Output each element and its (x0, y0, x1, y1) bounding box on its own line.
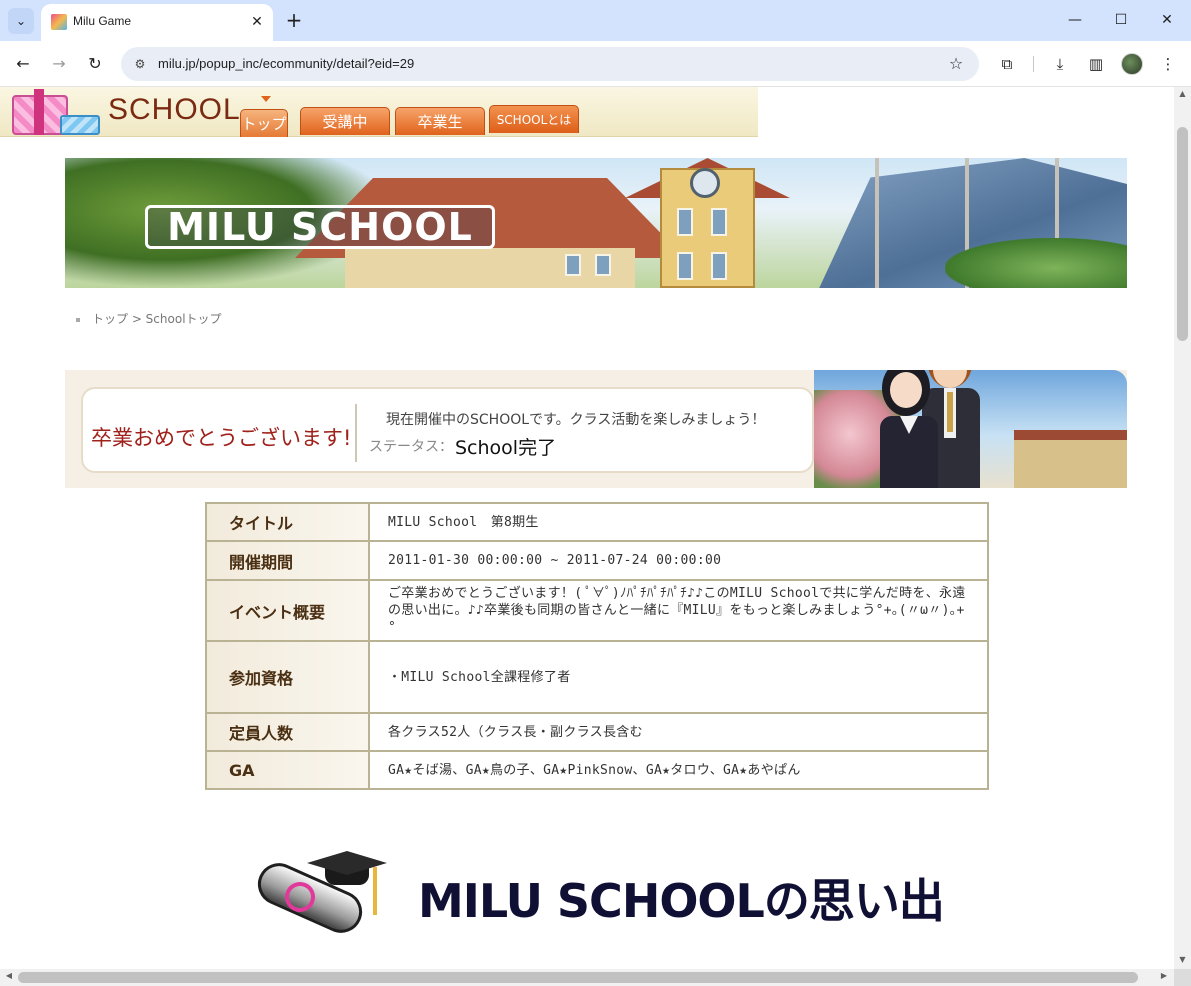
bullet-icon (76, 317, 80, 322)
row-value-capacity: 各クラス52人（クラス長・副クラス長含む (368, 712, 989, 752)
row-label-capacity: 定員人数 (205, 712, 370, 752)
gift-logo-icon (8, 89, 100, 135)
students-illustration (814, 370, 1127, 488)
close-icon: ✕ (1161, 12, 1173, 28)
student-girl-icon (878, 370, 948, 488)
browser-tabstrip: ⌄ Milu Game ✕ + — ☐ ✕ (0, 0, 1191, 41)
scrollbar-corner (1174, 969, 1191, 986)
tab-title: Milu Game (73, 14, 132, 28)
congrats-heading: 卒業おめでとうございます! (91, 426, 352, 450)
reload-icon: ↻ (88, 54, 102, 73)
chevron-down-icon: ⌄ (15, 14, 27, 28)
minimize-icon: — (1068, 12, 1082, 28)
status-label: ステータス： (369, 439, 453, 455)
status-value: School完了 (455, 437, 557, 459)
favicon-icon (51, 14, 67, 30)
row-value-ga: GA★そば湯、GA★鳥の子、GA★PinkSnow、GA★タロウ、GA★あやぱん (368, 750, 989, 790)
side-panel-icon[interactable]: ▥ (1084, 52, 1108, 76)
status-panel: 卒業おめでとうございます! 現在開催中のSCHOOLです。クラス活動を楽しみまし… (65, 370, 1127, 488)
tassel-icon (373, 867, 377, 915)
site-header: SCHOOL トップ 受講中 卒業生 SCHOOLとは (0, 87, 758, 137)
nav-tab-enrolled[interactable]: 受講中 (300, 107, 390, 135)
url-text[interactable]: milu.jp/popup_inc/ecommunity/detail?eid=… (158, 56, 414, 71)
status-card: 卒業おめでとうございます! 現在開催中のSCHOOLです。クラス活動を楽しみまし… (81, 387, 814, 473)
scroll-left-icon[interactable]: ◀ (3, 971, 15, 983)
arrow-left-icon: ← (16, 54, 30, 73)
vertical-scroll-thumb[interactable] (1177, 127, 1188, 341)
vertical-scrollbar[interactable]: ▲ ▼ (1174, 87, 1191, 969)
page-viewport: SCHOOL トップ 受講中 卒業生 SCHOOLとは MILU SCHOOL … (0, 87, 1174, 969)
row-label-ga: GA (205, 750, 370, 790)
star-icon[interactable]: ☆ (945, 53, 967, 75)
school-banner: MILU SCHOOL (65, 158, 1127, 288)
scroll-up-icon[interactable]: ▲ (1177, 89, 1188, 101)
table-row: GA GA★そば湯、GA★鳥の子、GA★PinkSnow、GA★タロウ、GA★あ… (205, 750, 989, 790)
new-tab-button[interactable]: + (282, 9, 306, 33)
scroll-right-icon[interactable]: ▶ (1158, 971, 1170, 983)
profile-avatar[interactable] (1121, 53, 1143, 75)
minimize-button[interactable]: — (1063, 9, 1087, 31)
row-label-overview: イベント概要 (205, 579, 370, 642)
toolbar-divider (1033, 56, 1034, 72)
row-value-title: MILU School 第8期生 (368, 502, 989, 542)
back-button[interactable]: ← (11, 52, 35, 76)
row-value-overview: ご卒業おめでとうございます！( ﾟ∀ﾟ)ﾉﾊﾟﾁﾊﾟﾁﾊﾟﾁ♪♪このMILU S… (368, 579, 989, 642)
tab-search-button[interactable]: ⌄ (8, 8, 34, 34)
reload-button[interactable]: ↻ (83, 52, 107, 76)
site-logo-text[interactable]: SCHOOL (108, 93, 241, 127)
clock-icon (690, 168, 720, 198)
puzzle-icon[interactable]: ⧉ (995, 52, 1019, 76)
maximize-button[interactable]: ☐ (1109, 9, 1133, 31)
download-icon[interactable]: ⤓ (1048, 52, 1072, 76)
horizontal-scroll-thumb[interactable] (18, 972, 1138, 983)
row-value-period: 2011-01-30 00:00:00 ~ 2011-07-24 00:00:0… (368, 540, 989, 581)
row-label-eligibility: 参加資格 (205, 640, 370, 714)
table-row: 開催期間 2011-01-30 00:00:00 ~ 2011-07-24 00… (205, 540, 989, 581)
table-row: イベント概要 ご卒業おめでとうございます！( ﾟ∀ﾟ)ﾉﾊﾟﾁﾊﾟﾁﾊﾟﾁ♪♪こ… (205, 579, 989, 642)
horizontal-scrollbar[interactable]: ◀ ▶ (0, 969, 1174, 986)
kebab-menu-icon[interactable]: ⋮ (1156, 52, 1180, 76)
browser-tab-active[interactable]: Milu Game ✕ (41, 4, 273, 41)
card-divider (355, 404, 357, 462)
nav-tab-about[interactable]: SCHOOLとは (489, 105, 579, 133)
close-icon: ✕ (251, 14, 263, 30)
table-row: タイトル MILU School 第8期生 (205, 502, 989, 542)
scroll-down-icon[interactable]: ▼ (1177, 955, 1188, 967)
banner-title: MILU SCHOOL (145, 205, 495, 249)
arrow-right-icon: → (52, 54, 66, 73)
maximize-icon: ☐ (1114, 12, 1128, 28)
forward-button[interactable]: → (47, 52, 71, 76)
row-label-period: 開催期間 (205, 540, 370, 581)
address-bar[interactable]: ⚙ milu.jp/popup_inc/ecommunity/detail?ei… (121, 47, 979, 81)
nav-pointer-icon (261, 96, 271, 102)
breadcrumb: トップ > Schoolトップ (76, 310, 222, 327)
breadcrumb-text[interactable]: トップ > Schoolトップ (92, 312, 222, 326)
window-close-button[interactable]: ✕ (1155, 9, 1179, 31)
nav-tab-top[interactable]: トップ (240, 109, 288, 137)
table-row: 参加資格 ・MILU School全課程修了者 (205, 640, 989, 714)
memories-section: MILU SCHOOLの思い出 (251, 847, 955, 940)
row-value-eligibility: ・MILU School全課程修了者 (368, 640, 989, 714)
tab-close-button[interactable]: ✕ (247, 12, 267, 32)
table-row: 定員人数 各クラス52人（クラス長・副クラス長含む (205, 712, 989, 752)
plus-icon: + (285, 8, 303, 32)
browser-toolbar: ← → ↻ ⚙ milu.jp/popup_inc/ecommunity/det… (0, 41, 1191, 87)
nav-tab-graduates[interactable]: 卒業生 (395, 107, 485, 135)
school-details-table: タイトル MILU School 第8期生 開催期間 2011-01-30 00… (205, 502, 989, 790)
row-label-title: タイトル (205, 502, 370, 542)
tune-icon[interactable]: ⚙ (131, 55, 149, 73)
memories-title: MILU SCHOOLの思い出 (418, 874, 945, 928)
status-message: 現在開催中のSCHOOLです。クラス活動を楽しみましょう！ (386, 412, 766, 428)
